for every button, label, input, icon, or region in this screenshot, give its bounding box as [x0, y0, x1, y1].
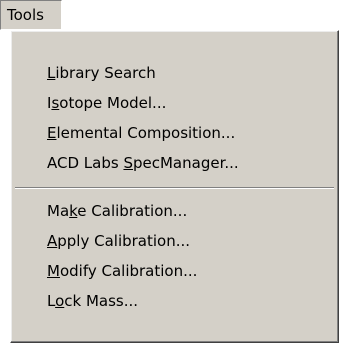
menu-item-lock-mass[interactable]: Lock Mass... [11, 286, 336, 316]
menu-item-acd-labs-specmanager[interactable]: ACD Labs SpecManager... [11, 148, 336, 178]
menu-item-make-calibration[interactable]: Make Calibration... [11, 196, 336, 226]
tools-dropdown-menu: Library Search Isotope Model... Elementa… [10, 30, 339, 343]
menu-item-elemental-composition[interactable]: Elemental Composition... [11, 118, 336, 148]
menu-separator [15, 187, 334, 189]
menu-item-modify-calibration[interactable]: Modify Calibration... [11, 256, 336, 286]
menu-tools-label: Tools [7, 6, 44, 24]
menu-item-isotope-model[interactable]: Isotope Model... [11, 88, 336, 118]
menu-tools[interactable]: Tools [0, 0, 62, 30]
menu-item-library-search[interactable]: Library Search [11, 58, 336, 88]
menu-item-apply-calibration[interactable]: Apply Calibration... [11, 226, 336, 256]
